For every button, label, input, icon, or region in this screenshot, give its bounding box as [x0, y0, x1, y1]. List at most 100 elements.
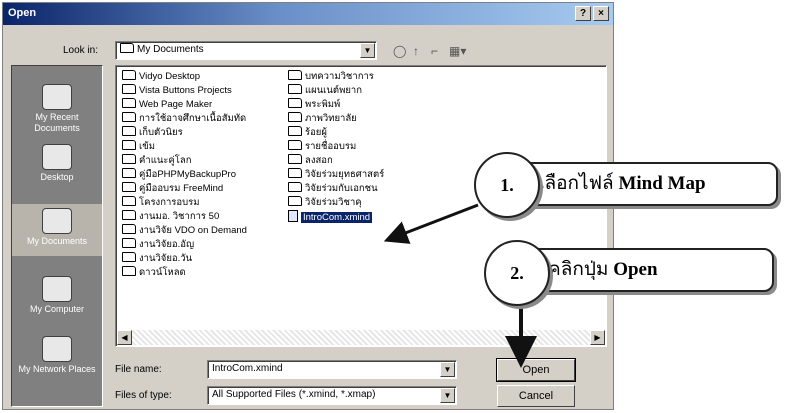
list-item[interactable]: คำแนะคู่โลก — [122, 154, 247, 168]
list-item[interactable]: คู่มือPHPMyBackupPro — [122, 168, 247, 182]
chevron-down-icon[interactable]: ▼ — [440, 362, 455, 377]
desktop-icon — [42, 144, 72, 170]
my-computer-icon — [42, 276, 72, 302]
folder-icon — [288, 98, 302, 108]
list-item[interactable]: ลงสอก — [288, 154, 384, 168]
recent-documents-icon — [42, 84, 72, 110]
list-item[interactable]: งานวิจัยอ.อัญ — [122, 238, 247, 252]
place-my-network-places[interactable]: My Network Places — [12, 332, 102, 375]
place-label: My Network Places — [18, 364, 96, 374]
callout-1-bold: Mind Map — [618, 173, 706, 194]
list-item[interactable]: งานมอ. วิชาการ 50 — [122, 210, 247, 224]
folder-icon — [122, 126, 136, 136]
folder-icon — [122, 224, 136, 234]
look-in-combo[interactable]: My Documents ▼ — [115, 41, 377, 60]
list-item[interactable]: ร้อยผู้ — [288, 126, 384, 140]
list-item[interactable]: แผนเนต์พยาก — [288, 84, 384, 98]
file-type-value: All Supported Files (*.xmind, *.xmap) — [212, 389, 376, 400]
place-label: My Computer — [29, 304, 84, 314]
folder-icon — [122, 252, 136, 262]
xmind-file-icon — [288, 210, 298, 222]
help-button[interactable]: ? — [575, 6, 591, 21]
folder-icon — [122, 168, 136, 178]
file-name-field[interactable]: IntroCom.xmind ▼ — [207, 360, 457, 379]
list-item[interactable]: เข้ม — [122, 140, 247, 154]
my-documents-icon — [42, 208, 72, 234]
network-places-icon — [42, 336, 72, 362]
back-icon[interactable]: ◯ — [393, 44, 406, 58]
horizontal-scrollbar[interactable]: ◀ ▶ — [117, 330, 605, 345]
file-column-2: บทความวิชาการ แผนเนต์พยาก พระพิมพ์ ภาพวิ… — [288, 70, 384, 224]
list-item[interactable]: พระพิมพ์ — [288, 98, 384, 112]
folder-icon — [122, 266, 136, 276]
place-my-recent-documents[interactable]: My Recent Documents — [12, 80, 102, 134]
callout-1-text: เลือกไฟล์ — [538, 173, 619, 194]
callout-2-number: 2. — [484, 240, 550, 306]
selected-file-item[interactable]: IntroCom.xmind — [288, 210, 384, 224]
callout-2-bold: Open — [613, 259, 658, 280]
places-bar: My Recent Documents Desktop My Documents… — [11, 65, 103, 407]
new-folder-icon[interactable]: ⌐ — [431, 44, 438, 58]
folder-icon — [122, 238, 136, 248]
scroll-left-icon[interactable]: ◀ — [117, 330, 132, 345]
file-name-value: IntroCom.xmind — [212, 363, 283, 374]
close-button[interactable]: × — [593, 6, 609, 21]
place-my-documents[interactable]: My Documents — [12, 204, 102, 256]
callout-1-box: เลือกไฟล์ Mind Map — [520, 162, 778, 206]
chevron-down-icon[interactable]: ▼ — [360, 43, 375, 58]
list-item[interactable]: งานวิจัยอ.วัน — [122, 252, 247, 266]
list-item[interactable]: บทความวิชาการ — [288, 70, 384, 84]
cancel-button[interactable]: Cancel — [497, 385, 575, 407]
dialog-title: Open — [8, 7, 37, 19]
folder-icon — [288, 140, 302, 150]
list-item[interactable]: วิจัยร่วมวิชาคุ — [288, 196, 384, 210]
file-type-select[interactable]: All Supported Files (*.xmind, *.xmap) ▼ — [207, 386, 457, 405]
list-item[interactable]: Vidyo Desktop — [122, 70, 247, 84]
open-button[interactable]: Open — [496, 358, 576, 382]
list-item[interactable]: Vista Buttons Projects — [122, 84, 247, 98]
callout-2-text: คลิกปุ่ม — [548, 259, 614, 280]
place-label: My Documents — [26, 236, 88, 246]
list-item[interactable]: ดาวน์โหลด — [122, 266, 247, 280]
folder-icon — [288, 182, 302, 192]
list-item[interactable]: งานวิจัย VDO on Demand — [122, 224, 247, 238]
folder-icon — [120, 43, 134, 53]
folder-icon — [122, 182, 136, 192]
views-menu-icon[interactable]: ▦▾ — [449, 44, 466, 58]
folder-icon — [122, 196, 136, 206]
file-name-label: File name: — [115, 364, 162, 375]
list-item[interactable]: ภาพวิทยาลัย — [288, 112, 384, 126]
list-item[interactable]: โครงการอบรม — [122, 196, 247, 210]
folder-icon — [288, 154, 302, 164]
place-my-computer[interactable]: My Computer — [12, 272, 102, 315]
folder-icon — [122, 98, 136, 108]
folder-icon — [122, 84, 136, 94]
list-item[interactable]: รายชื่ออบรม — [288, 140, 384, 154]
place-label: My Recent Documents — [34, 112, 80, 133]
up-folder-icon[interactable]: ↑ — [413, 44, 419, 58]
folder-icon — [122, 70, 136, 80]
scroll-right-icon[interactable]: ▶ — [590, 330, 605, 345]
list-item[interactable]: เก็บตัวนิยร — [122, 126, 247, 140]
folder-icon — [288, 84, 302, 94]
folder-icon — [122, 140, 136, 150]
place-label: Desktop — [40, 172, 74, 182]
folder-icon — [122, 112, 136, 122]
list-item[interactable]: การใช้อาจศึกษาเนื้อสัมทัด — [122, 112, 247, 126]
chevron-down-icon[interactable]: ▼ — [440, 388, 455, 403]
list-item[interactable]: Web Page Maker — [122, 98, 247, 112]
folder-icon — [122, 154, 136, 164]
folder-icon — [288, 168, 302, 178]
callout-1-number: 1. — [474, 152, 540, 218]
list-item[interactable]: วิจัยร่วมกับเอกชน — [288, 182, 384, 196]
look-in-label: Look in: — [63, 45, 99, 56]
place-desktop[interactable]: Desktop — [12, 140, 102, 183]
callout-2-box: คลิกปุ่ม Open — [530, 248, 774, 292]
list-item[interactable]: วิจัยร่วมยุทธศาสตร์ — [288, 168, 384, 182]
folder-icon — [288, 112, 302, 122]
file-type-label: Files of type: — [115, 390, 172, 401]
list-item[interactable]: คู่มืออบรม FreeMind — [122, 182, 247, 196]
file-list[interactable]: Vidyo Desktop Vista Buttons Projects Web… — [115, 65, 607, 347]
title-bar[interactable]: Open ? × — [3, 3, 613, 25]
folder-icon — [288, 196, 302, 206]
